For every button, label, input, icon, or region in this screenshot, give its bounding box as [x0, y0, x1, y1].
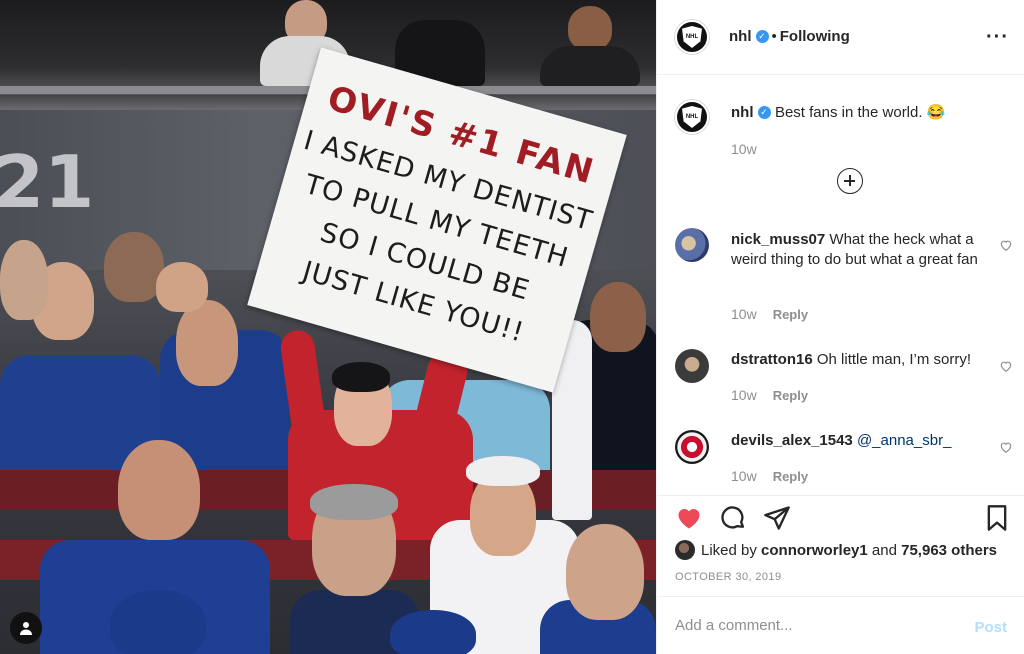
liked-by-prefix: Liked by: [701, 541, 757, 559]
commenter-avatar[interactable]: [675, 430, 709, 464]
spectator: [176, 300, 238, 386]
post-details-panel: NHL nhl ✓ • Following ··· NHL nhl ✓ Best fan…: [656, 0, 1024, 654]
comment-username[interactable]: devils_alex_1543: [731, 432, 853, 449]
commenter-avatar[interactable]: [675, 349, 709, 383]
comment-time[interactable]: 10w: [731, 468, 757, 484]
comment-username[interactable]: dstratton16: [731, 351, 813, 368]
spectator: [156, 262, 208, 312]
post-actions: Liked by connorworley1 and 75,963 others…: [657, 495, 1024, 645]
caption-text: Best fans in the world. 😂: [774, 104, 946, 121]
comment-time[interactable]: 10w: [731, 387, 757, 403]
spectator: [590, 282, 646, 352]
post-date[interactable]: OCTOBER 30, 2019: [675, 571, 781, 583]
liker-avatar[interactable]: [675, 540, 695, 560]
following-button[interactable]: Following: [780, 28, 850, 45]
commenter-avatar[interactable]: [675, 228, 709, 262]
comment: nick_muss07 What the heck what a weird t…: [675, 228, 1013, 328]
comment-text: Oh little man, I’m sorry!: [816, 351, 972, 368]
liked-by-and: and: [871, 541, 897, 559]
likes-summary: Liked by connorworley1 and 75,963 others: [675, 540, 997, 560]
spectator-toque: [110, 590, 206, 654]
comment: devils_alex_1543 @_anna_sbr_ 10w Reply: [675, 430, 1013, 490]
comment-meta: 10w Reply: [731, 468, 808, 484]
reply-button[interactable]: Reply: [773, 307, 808, 322]
spectator-hair: [310, 484, 398, 520]
comment-meta: 10w Reply: [731, 387, 808, 403]
comment-like-heart-icon[interactable]: [999, 238, 1013, 252]
spectator: [0, 240, 48, 320]
verified-badge-icon: ✓: [757, 106, 771, 120]
banner-number: 21: [0, 140, 95, 224]
verified-badge-icon: ✓: [755, 30, 769, 44]
share-paper-plane-icon[interactable]: [763, 504, 791, 532]
reply-button[interactable]: Reply: [773, 469, 808, 484]
comment-like-heart-icon[interactable]: [999, 359, 1013, 373]
spectator: [104, 232, 164, 302]
header-user-line: nhl ✓ • Following: [729, 28, 850, 46]
save-bookmark-icon[interactable]: [983, 504, 1011, 532]
comment-input[interactable]: [675, 617, 955, 634]
spectator-cap: [466, 456, 540, 486]
comment-time[interactable]: 10w: [731, 306, 757, 322]
spectator: [118, 440, 200, 540]
caption-time[interactable]: 10w: [731, 141, 757, 157]
liked-by-others[interactable]: 75,963 others: [901, 542, 997, 559]
reply-button[interactable]: Reply: [773, 388, 808, 403]
nhl-avatar[interactable]: NHL: [675, 20, 709, 54]
comment-meta: 10w Reply: [731, 306, 808, 322]
add-comment-bar: Post: [657, 596, 1024, 654]
like-heart-icon[interactable]: [675, 504, 703, 532]
post-photo[interactable]: 21 OVI'S #1 FAN I ASKED MY DENTIST TO PU…: [0, 0, 656, 654]
caption: nhl ✓ Best fans in the world. 😂: [731, 103, 1011, 122]
comment-body: dstratton16 Oh little man, I’m sorry!: [731, 350, 991, 370]
more-horizontal-icon[interactable]: ···: [986, 26, 1009, 49]
load-more-comments-icon[interactable]: [837, 168, 863, 194]
post-comment-button[interactable]: Post: [974, 619, 1007, 636]
comment-bubble-icon[interactable]: [719, 504, 747, 532]
caption-username[interactable]: nhl: [731, 104, 754, 121]
spectator: [540, 46, 640, 86]
caption-avatar[interactable]: NHL: [675, 100, 709, 134]
liked-by-user[interactable]: connorworley1: [761, 542, 868, 559]
comment-like-heart-icon[interactable]: [999, 440, 1013, 454]
comment-mention-link[interactable]: @_anna_sbr_: [857, 432, 951, 449]
comment: dstratton16 Oh little man, I’m sorry! 10…: [675, 349, 1013, 409]
kid-cap: [332, 362, 390, 392]
header-username[interactable]: nhl: [729, 28, 752, 45]
comment-username[interactable]: nick_muss07: [731, 231, 825, 248]
nhl-shield-icon: NHL: [682, 106, 702, 128]
separator-dot: •: [771, 28, 777, 45]
tagged-users-icon[interactable]: [10, 612, 42, 644]
spectator: [566, 524, 644, 620]
comment-body: nick_muss07 What the heck what a weird t…: [731, 230, 991, 270]
comment-body: devils_alex_1543 @_anna_sbr_: [731, 431, 991, 451]
spectator: [568, 6, 612, 50]
nhl-shield-icon: NHL: [682, 26, 702, 48]
spectator-toque: [390, 610, 476, 654]
post-header: NHL nhl ✓ • Following ···: [657, 0, 1024, 75]
